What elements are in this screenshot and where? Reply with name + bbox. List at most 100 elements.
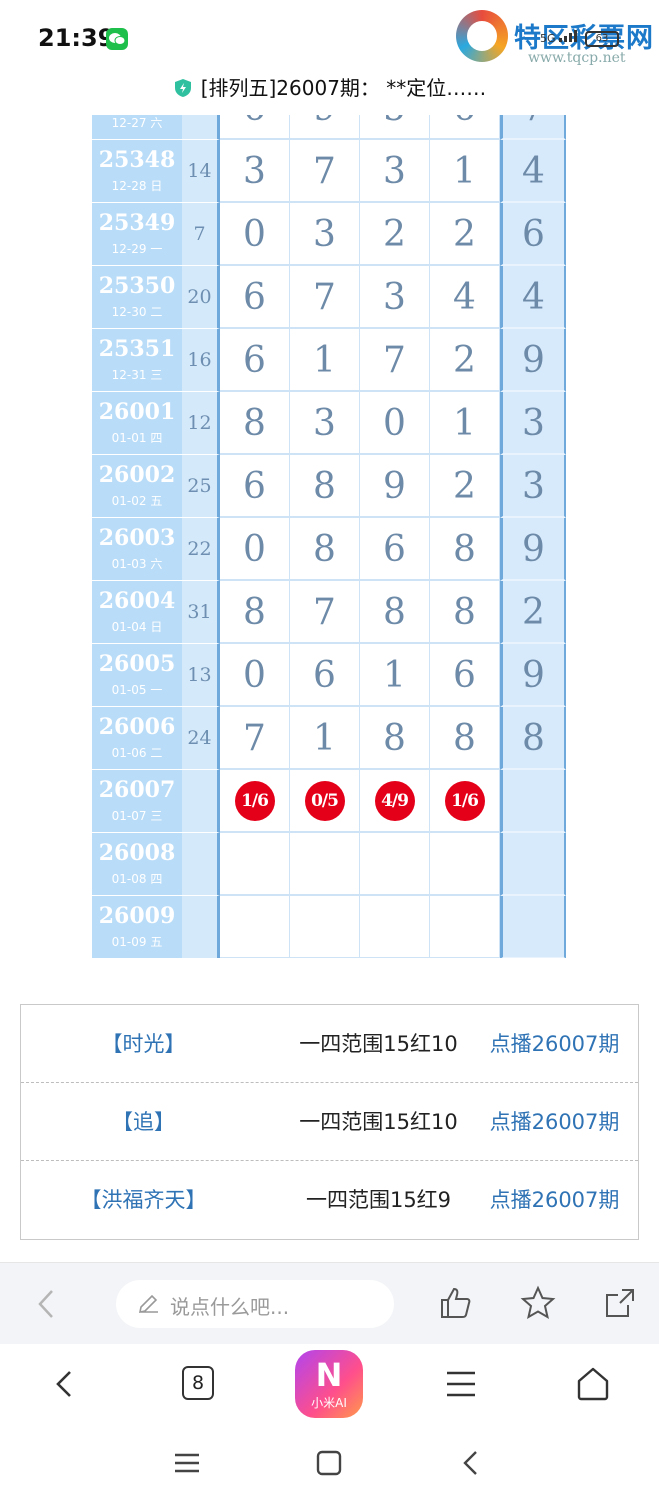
digit-cell: 2	[430, 329, 500, 392]
digit-cell	[220, 896, 290, 958]
page-title: [排列五]26007期： **定位……	[0, 72, 659, 101]
sum-cell: 14	[182, 140, 220, 203]
issue-date: 01-09 五	[111, 935, 163, 949]
recommendation-row: 【时光】 一四范围15红10 点播26007期	[21, 1005, 638, 1083]
recent-apps-icon[interactable]	[172, 1448, 202, 1478]
issue-cell: 26001 01-01 四	[92, 392, 182, 455]
watermark-url: www.tqcp.net	[528, 50, 626, 66]
digit-cell: 6	[290, 644, 360, 707]
issue-number: 26005	[98, 651, 176, 677]
recommendation-row: 【洪福齐天】 一四范围15红9 点播26007期	[21, 1161, 638, 1239]
issue-date: 01-06 二	[111, 746, 163, 760]
prediction-ball: 1/6	[444, 780, 485, 821]
digit-cell: 3	[290, 203, 360, 266]
issue-date: 01-05 一	[111, 683, 163, 697]
digit-cell: 8	[360, 581, 430, 644]
digit-cell: 8	[430, 581, 500, 644]
issue-number: 26002	[98, 462, 176, 488]
signal-icon: 5G	[540, 30, 579, 45]
table-row: 26001 01-01 四 12 8 3 0 1 3	[92, 392, 566, 455]
digit-cell: 0	[220, 203, 290, 266]
issue-number: 26003	[98, 525, 176, 551]
digit-cell: 9	[360, 455, 430, 518]
shield-icon	[174, 79, 191, 97]
issue-number: 26004	[98, 588, 176, 614]
share-icon[interactable]	[602, 1285, 638, 1321]
recommender-name-link[interactable]: 【时光】	[21, 1005, 266, 1083]
play-issue-link[interactable]: 点播26007期	[471, 1161, 638, 1239]
digit-cell: 6	[430, 115, 500, 140]
digit-cell-fifth: 4	[500, 266, 566, 329]
sum-cell	[182, 896, 220, 958]
digit-cell: 3	[360, 266, 430, 329]
comment-input[interactable]: 说点什么吧...	[116, 1280, 394, 1328]
browser-back-icon[interactable]	[44, 1364, 84, 1404]
lottery-history-table: 2534712-27 六27695672534812-28 日143731425…	[92, 115, 566, 958]
digit-cell: 2	[430, 203, 500, 266]
digit-cell: 7	[290, 581, 360, 644]
sum-cell: 13	[182, 644, 220, 707]
issue-date: 01-03 六	[111, 557, 163, 571]
digit-cell-fifth: 6	[500, 203, 566, 266]
recommender-name-link[interactable]: 【追】	[21, 1083, 266, 1161]
sum-cell: 27	[182, 115, 220, 140]
issue-cell: 26007 01-07 三	[92, 770, 182, 833]
digit-cell-fifth: 7	[500, 115, 566, 140]
issue-cell: 26008 01-08 四	[92, 833, 182, 896]
pen-icon	[138, 1294, 158, 1314]
sum-cell: 24	[182, 707, 220, 770]
logo-swirl-icon	[456, 10, 508, 62]
issue-date: 12-28 日	[111, 179, 163, 193]
status-bar: 21:39 特区彩票网 www.tqcp.net 5G 63 [排列五]2600…	[0, 0, 659, 115]
issue-number: 26008	[98, 840, 176, 866]
digit-cell: 1	[430, 140, 500, 203]
digit-cell: 4	[430, 266, 500, 329]
home-icon[interactable]	[573, 1364, 613, 1404]
battery-icon: 63	[585, 31, 619, 47]
recommendation-row: 【追】 一四范围15红10 点播26007期	[21, 1083, 638, 1161]
menu-icon[interactable]	[441, 1364, 481, 1404]
table-row: 26004 01-04 日 31 8 7 8 8 2	[92, 581, 566, 644]
favorite-star-icon[interactable]	[520, 1285, 556, 1321]
issue-date: 01-02 五	[111, 494, 163, 508]
table-row: 25351 12-31 三 16 6 1 7 2 9	[92, 329, 566, 392]
issue-number: 26007	[98, 777, 176, 803]
issue-cell: 25348 12-28 日	[92, 140, 182, 203]
sum-cell: 7	[182, 203, 220, 266]
ai-label: 小米AI	[311, 1396, 347, 1410]
issue-number: 25350	[98, 273, 176, 299]
system-home-icon[interactable]	[314, 1448, 344, 1478]
issue-date: 01-07 三	[111, 809, 163, 823]
recommender-name-link[interactable]: 【洪福齐天】	[21, 1161, 266, 1239]
sum-cell	[182, 770, 220, 833]
table-row: 26009 01-09 五	[92, 896, 566, 958]
like-icon[interactable]	[438, 1285, 474, 1321]
digit-cell: 0	[220, 518, 290, 581]
digit-cell: 0/5	[290, 770, 360, 833]
digit-cell-fifth	[500, 833, 566, 896]
table-row: 26003 01-03 六 22 0 8 6 8 9	[92, 518, 566, 581]
tabs-button[interactable]: 8	[182, 1366, 214, 1400]
digit-cell-fifth: 9	[500, 329, 566, 392]
issue-cell: 26006 01-06 二	[92, 707, 182, 770]
play-issue-link[interactable]: 点播26007期	[471, 1005, 638, 1083]
back-icon[interactable]	[30, 1285, 64, 1323]
digit-cell-fifth: 9	[500, 644, 566, 707]
issue-number: 25351	[98, 336, 176, 362]
digit-cell	[430, 896, 500, 958]
digit-cell	[430, 833, 500, 896]
table-row: 25349 12-29 一703226	[92, 203, 566, 266]
status-time: 21:39	[38, 24, 115, 52]
issue-date: 12-29 一	[111, 242, 163, 256]
sum-cell: 12	[182, 392, 220, 455]
issue-cell: 25350 12-30 二	[92, 266, 182, 329]
digit-cell: 8	[290, 518, 360, 581]
digit-cell: 8	[430, 518, 500, 581]
issue-cell: 26005 01-05 一	[92, 644, 182, 707]
wechat-icon	[106, 28, 128, 50]
system-back-icon[interactable]	[456, 1448, 486, 1478]
xiaomi-ai-button[interactable]: N 小米AI	[295, 1350, 363, 1418]
play-issue-link[interactable]: 点播26007期	[471, 1083, 638, 1161]
digit-cell: 1	[290, 329, 360, 392]
comment-placeholder: 说点什么吧...	[170, 1295, 290, 1319]
